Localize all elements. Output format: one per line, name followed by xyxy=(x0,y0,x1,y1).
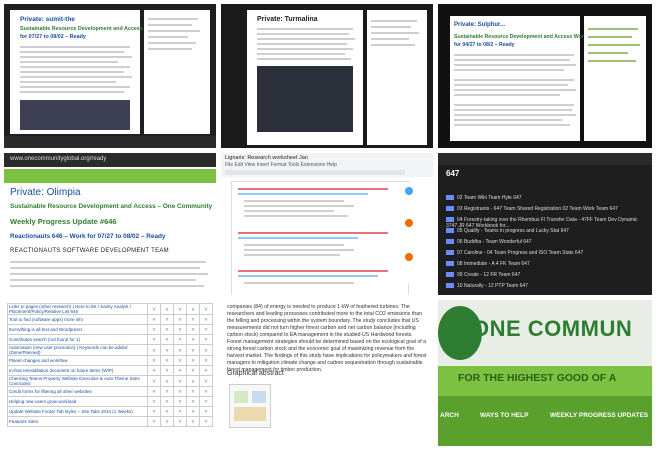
list-item[interactable]: 05 Qualify - Teams in progress and Lucky… xyxy=(446,228,644,237)
table-row: Features Sites Y Y Y Y Y xyxy=(7,416,213,427)
embedded-screenshot xyxy=(20,100,130,130)
title-line-1: Sustainable Resource Development and Acc… xyxy=(10,203,213,210)
team-heading: REACTIONAUTS SOFTWARE DEVELOPMENT TEAM xyxy=(10,248,169,254)
thumbnail-tile-4[interactable]: www.onecommunityglobal.org/ready Private… xyxy=(4,153,216,295)
thumbnail-tile-2[interactable]: Private: Turmalina xyxy=(221,4,433,148)
sidebar-panel xyxy=(144,10,210,134)
folder-icon xyxy=(446,217,454,223)
embedded-screenshot xyxy=(257,66,353,132)
thumbnail-tile-8[interactable]: companies (84) of energy is needed to pr… xyxy=(221,300,433,446)
title-line-1: Sustainable Resource Development and Acc… xyxy=(454,34,603,40)
list-item[interactable]: 04 Forestry-taking over the Rhombus Fl T… xyxy=(446,217,644,229)
list-item[interactable]: 02 Team Wiki Team Hyle 647 xyxy=(446,195,644,204)
menu-bar[interactable]: File Edit View Insert Format Tools Exten… xyxy=(225,162,337,168)
title-line-2: for 04/27 to 08/2 – Ready xyxy=(454,42,515,48)
title-line-2: for 07/27 to 08/02 – Ready xyxy=(20,34,86,40)
list-item[interactable]: 09 Create - 12 FR Team 647 xyxy=(446,272,644,281)
comments-panel xyxy=(401,183,431,283)
list-item[interactable]: 07 Caroline - 04 Team Progress and ISO T… xyxy=(446,250,644,259)
thumbnail-tile-9[interactable]: ONE COMMUN FOR THE HIGHEST GOOD OF A ARC… xyxy=(438,300,652,446)
table-row: Links to pages (other research) | Here t… xyxy=(7,303,213,315)
list-item[interactable]: 06 Buddha - Team Wonderful 647 xyxy=(446,239,644,248)
table-row: Everything is all text and Wordpress! Y Y Y… xyxy=(7,324,213,335)
title-line-2: Weekly Progress Update #646 xyxy=(10,217,117,226)
address-bar[interactable]: www.onecommunityglobal.org/ready xyxy=(10,156,106,162)
table-row: Contributes search (not found for 1) Y Y Y Y… xyxy=(7,334,213,345)
folder-icon xyxy=(446,261,454,267)
folder-icon xyxy=(446,283,454,289)
folder-icon xyxy=(446,206,454,212)
green-banner xyxy=(4,169,216,183)
thumbnail-tile-1[interactable]: Private: sumit-the Sustainable Resource … xyxy=(4,4,216,148)
page-heading: Private: Turmalina xyxy=(257,16,318,23)
table-row: Tool to find (software apps) more info Y Y… xyxy=(7,314,213,325)
sidebar-panel xyxy=(584,16,646,141)
document-page: Private: sumit-the Sustainable Resource … xyxy=(10,10,177,134)
tagline: FOR THE HIGHEST GOOD OF A xyxy=(458,372,617,384)
folder-icon xyxy=(446,272,454,278)
doc-title: Lignaris: Research worksheet Jan xyxy=(225,155,308,161)
avatar xyxy=(405,187,413,195)
page-heading: Private: sumit-the xyxy=(20,16,75,23)
graphical-abstract-heading: Graphical abstract xyxy=(227,370,284,377)
avatar xyxy=(405,219,413,227)
title-line-3: Reactionauts 646 – Work for 07/27 to 08/… xyxy=(10,233,166,240)
table-row: In-feat reinstallation document on futur… xyxy=(7,365,213,376)
table-row: Credit forms for filtering all other web… xyxy=(7,386,213,397)
list-item[interactable]: 08 Immediate - A 4 FK Team 647 xyxy=(446,261,644,270)
thumbnail-tile-7[interactable]: Links to pages (other research) | Here t… xyxy=(4,300,216,446)
table-row: Planet changes and workflow Y Y Y Y Y xyxy=(7,355,213,366)
article-abstract: companies (84) of energy is needed to pr… xyxy=(227,304,427,373)
docs-toolbar: Lignaris: Research worksheet Jan File Ed… xyxy=(221,153,433,177)
folder-icon xyxy=(446,195,454,201)
page-heading: Private: Sulphur... xyxy=(454,22,506,28)
list-item[interactable]: 10 Naturally - 12 PTP Team 647 xyxy=(446,283,644,292)
list-item[interactable]: 03 Registrants - 647 Team Shared Registr… xyxy=(446,206,644,215)
nav-item-weekly-progress-updates[interactable]: WEEKLY PROGRESS UPDATES xyxy=(550,412,648,419)
task-table: Links to pages (other research) | Here t… xyxy=(7,303,213,427)
thumbnail-tile-5[interactable]: Lignaris: Research worksheet Jan File Ed… xyxy=(221,153,433,295)
table-row: Automation (new user promotion) | Keywor… xyxy=(7,344,213,356)
nav-bar xyxy=(438,396,652,446)
graphical-abstract-figure xyxy=(229,384,271,428)
browser-bar: www.onecommunityglobal.org/ready xyxy=(4,153,216,167)
nav-item-ways-to-help[interactable]: WAYS TO HELP xyxy=(480,412,528,419)
table-row: Checking Teams Property Website Executiv… xyxy=(7,375,213,387)
folder-title: 647 xyxy=(446,169,460,178)
document-page xyxy=(231,181,409,295)
folder-icon xyxy=(446,250,454,256)
nav-item-search[interactable]: ARCH xyxy=(440,412,459,419)
folder-icon xyxy=(446,239,454,245)
folder-icon xyxy=(446,228,454,234)
site-logo-text: ONE COMMUN xyxy=(472,316,633,341)
page-heading: Private: Olimpia xyxy=(10,187,81,198)
table-row: Helping new users grow workload Y Y Y Y Y xyxy=(7,396,213,407)
avatar xyxy=(405,253,413,261)
format-toolbar[interactable] xyxy=(225,170,405,175)
file-explorer-header xyxy=(438,153,652,165)
sidebar-panel xyxy=(367,10,427,145)
thumbnail-tile-3[interactable]: Private: Sulphur... Sustainable Resource… xyxy=(438,4,652,148)
table-row: Update Website Footer Tab styles – Site … xyxy=(7,406,213,417)
thumbnail-tile-6[interactable]: 647 02 Team Wiki Team Hyle 647 03 Regist… xyxy=(438,153,652,295)
taskbar xyxy=(4,136,216,148)
